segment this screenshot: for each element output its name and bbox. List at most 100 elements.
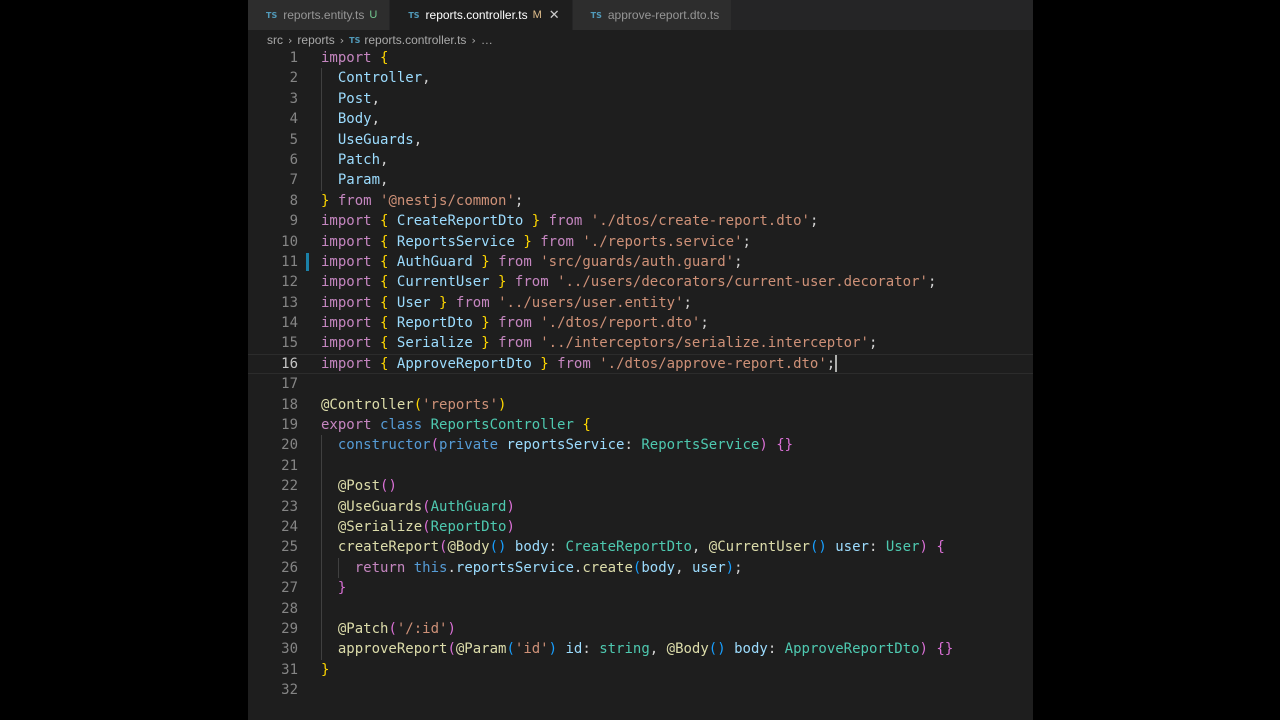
breadcrumb-folder-src[interactable]: src	[267, 33, 283, 47]
code-token: './reports.service'	[582, 233, 743, 250]
code-token: this	[413, 559, 448, 576]
code-line[interactable]: 18 @Controller('reports')	[248, 395, 1033, 415]
line-text: import { CreateReportDto } from './dtos/…	[321, 211, 818, 231]
code-line[interactable]: 19 export class ReportsController {	[248, 415, 1033, 435]
code-token: './dtos/create-report.dto'	[590, 213, 810, 230]
line-number: 14	[281, 315, 298, 332]
code-token: CurrentUser	[396, 274, 490, 291]
code-token: import	[321, 294, 372, 311]
tab-reports-controller[interactable]: TS reports.controller.ts M ✕	[390, 0, 573, 30]
code-token: import	[321, 213, 372, 230]
code-token: Controller	[337, 70, 423, 87]
code-line[interactable]: 15 import { Serialize } from '../intercep…	[248, 333, 1033, 353]
code-line[interactable]: 3 Post,	[248, 88, 1033, 110]
code-editor[interactable]: TS reports.entity.ts U TS reports.contro…	[248, 0, 1033, 720]
code-token: ()	[708, 641, 726, 658]
code-token: }	[540, 355, 549, 372]
code-token: )	[919, 641, 928, 658]
tab-reports-entity[interactable]: TS reports.entity.ts U	[248, 0, 391, 30]
code-token: )	[759, 437, 768, 454]
line-number: 21	[281, 457, 298, 474]
code-line[interactable]: 6 Patch,	[248, 149, 1033, 171]
line-text: }	[321, 578, 346, 598]
code-token: Patch	[337, 151, 381, 168]
tab-bar: TS reports.entity.ts U TS reports.contro…	[248, 0, 1033, 30]
code-token: Param	[337, 172, 381, 189]
code-token: from	[455, 294, 490, 311]
code-token: }	[481, 315, 490, 332]
code-token: User	[396, 294, 431, 311]
code-line[interactable]: 2 Controller,	[248, 68, 1033, 89]
code-line[interactable]: 32	[248, 680, 1033, 700]
code-token: './dtos/report.dto'	[540, 315, 701, 332]
code-line[interactable]: 9 import { CreateReportDto } from './dtos…	[248, 211, 1033, 231]
code-line[interactable]: 8} from '@nestjs/common';	[248, 191, 1033, 211]
code-line[interactable]: 11 import { AuthGuard } from 'src/guards/…	[248, 252, 1033, 272]
code-token: @CurrentUser	[708, 539, 810, 556]
code-line[interactable]: 30 approveReport(@Param('id') id: string…	[248, 639, 1033, 660]
code-area[interactable]: 1 import {2 Controller, 3 Post, 4 Body, 5 Us…	[248, 48, 1033, 701]
code-token: ,	[675, 559, 692, 576]
code-token: ReportsService	[396, 233, 515, 250]
code-line[interactable]: 20 constructor(private reportsService: R…	[248, 435, 1033, 456]
code-line[interactable]: 16 import { ApproveReportDto } from './dt…	[248, 354, 1033, 374]
breadcrumb-folder-reports[interactable]: reports	[297, 33, 334, 47]
code-line[interactable]: 12 import { CurrentUser } from '../users/…	[248, 272, 1033, 292]
code-line[interactable]: 28	[248, 598, 1033, 619]
code-line[interactable]: 23 @UseGuards(AuthGuard)	[248, 496, 1033, 517]
close-icon[interactable]: ✕	[549, 8, 560, 23]
line-text: constructor(private reportsService: Repo…	[321, 435, 793, 455]
code-line[interactable]: 13 import { User } from '../users/user.en…	[248, 293, 1033, 313]
line-number: 20	[281, 437, 298, 454]
code-line[interactable]: 5 UseGuards,	[248, 129, 1033, 150]
code-token: ,	[380, 172, 389, 189]
code-line[interactable]: 29 @Patch('/:id')	[248, 618, 1033, 640]
code-token: @Patch	[337, 620, 389, 637]
code-line[interactable]: 21	[248, 455, 1033, 477]
code-line[interactable]: 27 }	[248, 578, 1033, 599]
code-token: CreateReportDto	[396, 213, 524, 230]
line-text: import { ReportDto } from './dtos/report…	[321, 313, 709, 333]
code-line[interactable]: 10 import { ReportsService } from './repo…	[248, 232, 1033, 252]
code-line[interactable]: 17	[248, 374, 1033, 394]
line-number: 27	[281, 580, 298, 597]
code-line[interactable]: 7 Param,	[248, 170, 1033, 191]
code-line[interactable]: 26 return this.reportsService.create(bod…	[248, 557, 1033, 579]
code-line[interactable]: 22 @Post()	[248, 476, 1033, 497]
code-token: ReportsController	[430, 417, 574, 434]
code-line[interactable]: 1 import {	[248, 48, 1033, 68]
code-token: ,	[422, 70, 431, 87]
line-number: 26	[281, 559, 298, 576]
code-line[interactable]: 24 @Serialize(ReportDto)	[248, 516, 1033, 538]
code-line[interactable]: 4 Body,	[248, 109, 1033, 130]
breadcrumb-more[interactable]: …	[481, 33, 493, 47]
typescript-file-icon: TS	[349, 35, 361, 45]
code-line[interactable]: 14 import { ReportDto } from './dtos/repo…	[248, 313, 1033, 333]
line-number: 8	[289, 192, 298, 209]
code-token: }	[523, 233, 532, 250]
code-token: (	[422, 498, 431, 515]
tab-approve-report-dto[interactable]: TS approve-report.dto.ts	[572, 0, 733, 30]
code-line[interactable]: 31}	[248, 660, 1033, 680]
code-line[interactable]: 25 createReport(@Body() body: CreateRepo…	[248, 537, 1033, 558]
breadcrumb-file[interactable]: reports.controller.ts	[364, 33, 466, 47]
